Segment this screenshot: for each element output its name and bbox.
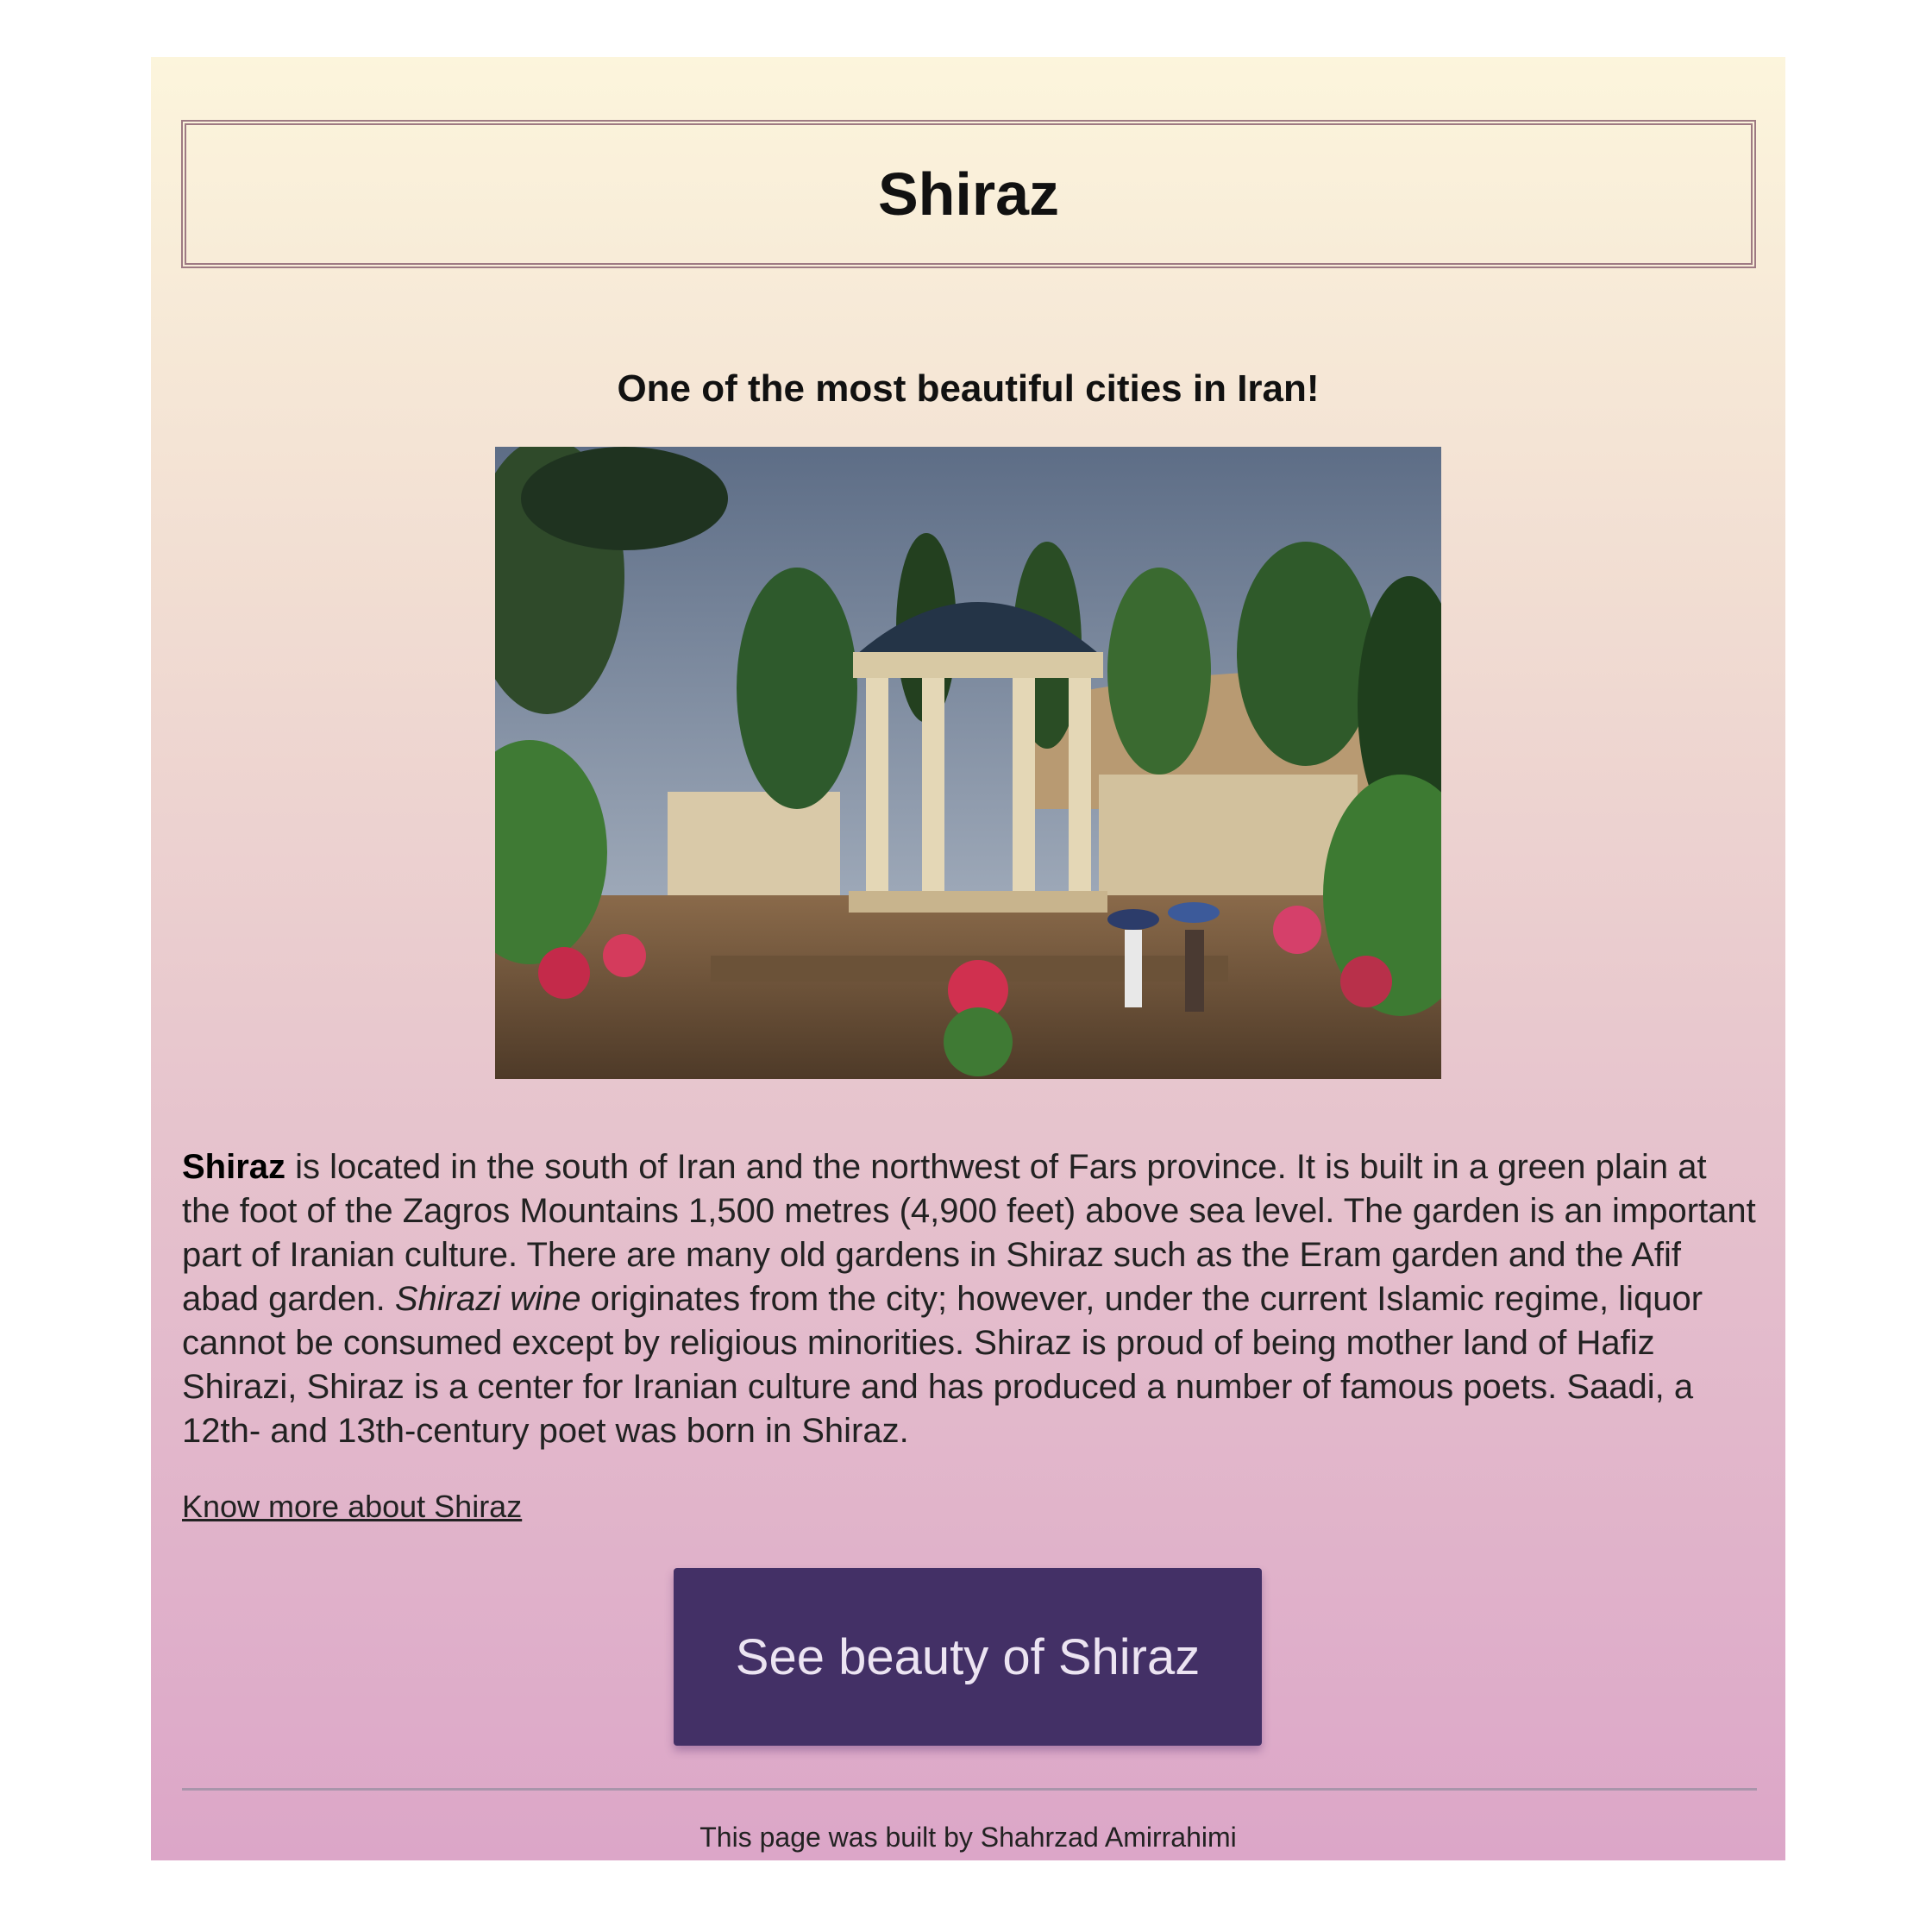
see-beauty-button[interactable]: See beauty of Shiraz bbox=[674, 1568, 1262, 1746]
footer-text: This page was built by Shahrzad Amirrahi… bbox=[699, 1822, 1237, 1853]
title-box: Shiraz bbox=[181, 120, 1756, 268]
page-subtitle: One of the most beautiful cities in Iran… bbox=[617, 367, 1320, 410]
footer-divider bbox=[182, 1788, 1757, 1791]
description-lead: Shiraz bbox=[182, 1148, 286, 1186]
know-more-link[interactable]: Know more about Shiraz bbox=[182, 1489, 522, 1525]
description-italic: Shirazi wine bbox=[394, 1280, 581, 1318]
garden-pavilion-photo bbox=[495, 447, 1441, 1079]
page-container: Shiraz One of the most beautiful cities … bbox=[151, 57, 1785, 1860]
photo-illustration bbox=[495, 447, 1441, 1079]
description-paragraph: Shiraz is located in the south of Iran a… bbox=[182, 1145, 1760, 1453]
page-title: Shiraz bbox=[877, 160, 1060, 228]
